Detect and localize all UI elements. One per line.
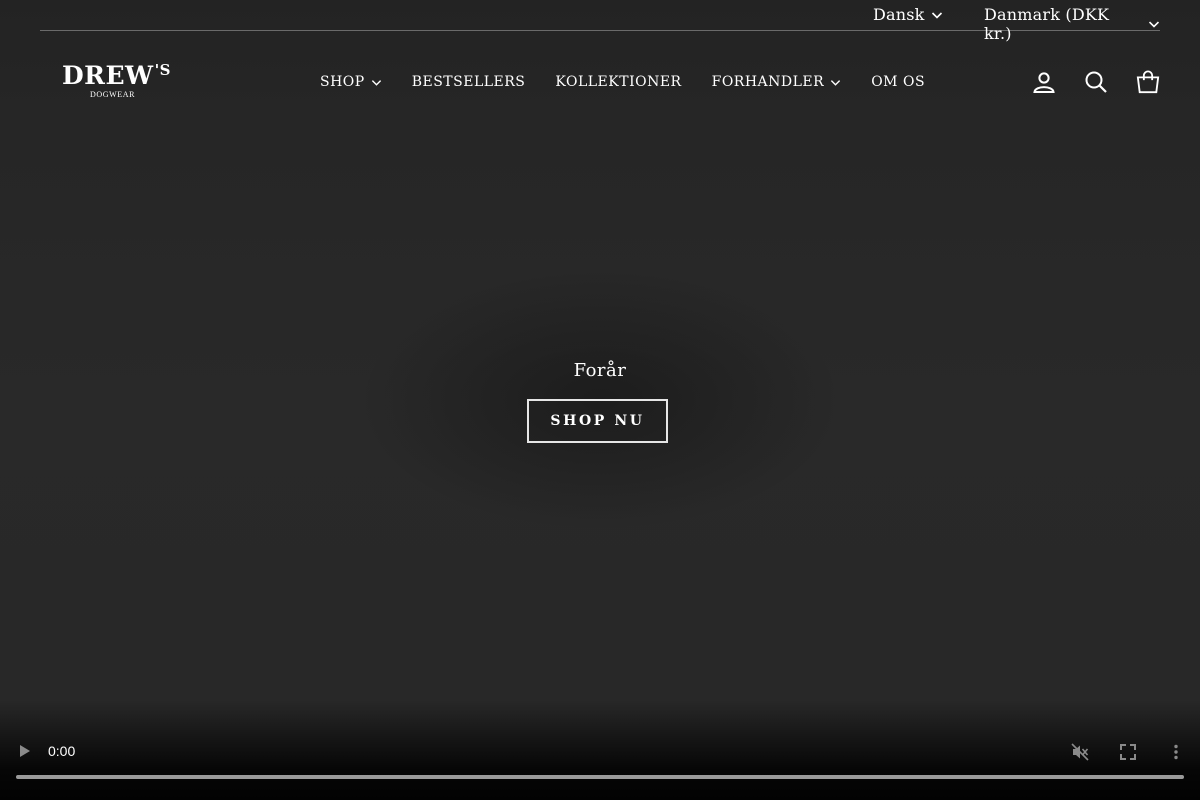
chevron-down-icon <box>931 11 942 19</box>
chevron-down-icon <box>831 79 841 86</box>
language-label: Dansk <box>873 5 925 24</box>
video-controls: 0:00 <box>0 700 1200 800</box>
nav-item-label: SHOP <box>320 74 365 90</box>
country-label: Danmark (DKK kr.) <box>984 5 1110 43</box>
search-icon <box>1085 71 1107 93</box>
nav-item-shop[interactable]: SHOP <box>305 72 397 92</box>
logo-subtitle: DOGWEAR <box>90 90 136 99</box>
logo-main-text: DREW <box>62 61 154 90</box>
nav-item-kollektioner[interactable]: KOLLEKTIONER <box>540 72 696 92</box>
nav-item-label: KOLLEKTIONER <box>555 74 682 90</box>
header-icons <box>1032 68 1160 96</box>
site-logo[interactable]: DREW 'S DOGWEAR <box>62 61 172 103</box>
nav-item-bestsellers[interactable]: BESTSELLERS <box>397 72 541 92</box>
chevron-down-icon <box>371 79 381 86</box>
muted-icon[interactable] <box>1070 742 1090 762</box>
account-icon <box>1033 72 1055 93</box>
cart-icon <box>1136 70 1160 94</box>
play-icon[interactable] <box>16 742 34 760</box>
search-button[interactable] <box>1084 68 1108 96</box>
nav-item-forhandler[interactable]: FORHANDLER <box>697 72 857 92</box>
country-selector[interactable]: Danmark (DKK kr.) <box>984 5 1160 43</box>
nav-item-label: OM OS <box>871 74 926 90</box>
more-options-icon[interactable] <box>1166 742 1186 762</box>
nav-item-label: FORHANDLER <box>711 74 825 90</box>
logo-wordmark: DREW 'S <box>62 61 172 90</box>
hero-title: Forår <box>573 360 627 381</box>
main-nav: SHOP BESTSELLERS KOLLEKTIONER FORHANDLER… <box>305 72 940 92</box>
language-selector[interactable]: Dansk <box>873 5 943 24</box>
fullscreen-icon[interactable] <box>1118 742 1138 762</box>
cart-button[interactable] <box>1136 68 1160 96</box>
utility-bar: Dansk Danmark (DKK kr.) <box>40 0 1160 43</box>
logo-sup-text: 'S <box>154 61 172 79</box>
shop-now-button[interactable]: SHOP NU <box>527 399 668 443</box>
video-progress-bar[interactable] <box>16 775 1184 779</box>
video-time: 0:00 <box>48 743 76 759</box>
nav-item-label: BESTSELLERS <box>411 74 526 90</box>
chevron-down-icon <box>1148 21 1160 28</box>
account-button[interactable] <box>1032 68 1056 96</box>
nav-item-om-os[interactable]: OM OS <box>856 72 940 92</box>
